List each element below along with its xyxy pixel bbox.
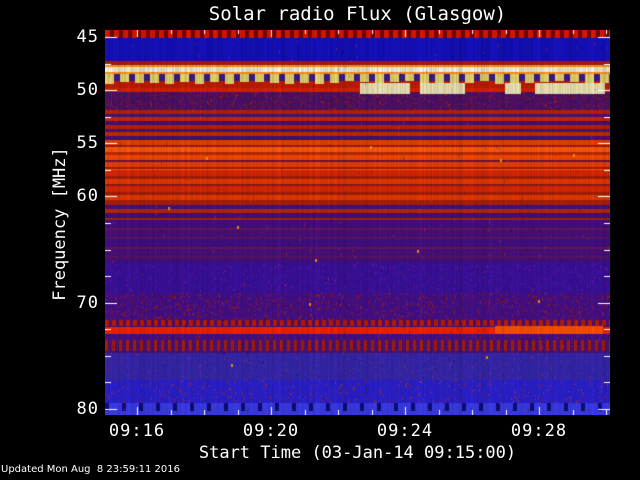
x-tick-label: 09:16: [108, 421, 166, 441]
y-tick-label: 60: [76, 186, 99, 206]
updated-timestamp: Updated Mon Aug 8 23:59:11 2016: [1, 464, 180, 475]
y-tick-label: 55: [76, 133, 99, 153]
y-tick-label: 50: [76, 80, 99, 100]
spectrogram-screen: Solar radio Flux (Glasgow) Frequency [MH…: [0, 0, 640, 480]
y-tick-label: 80: [76, 399, 99, 419]
x-tick-label: 09:20: [242, 421, 300, 441]
y-tick-label: 45: [76, 27, 99, 47]
x-axis-label: Start Time (03-Jan-14 09:15:00): [198, 443, 517, 463]
y-tick-label: 70: [76, 293, 99, 313]
x-tick-label: 09:28: [510, 421, 568, 441]
y-axis-label: Frequency [MHz]: [50, 147, 70, 301]
chart-title: Solar radio Flux (Glasgow): [208, 3, 507, 25]
spectrogram-canvas: [105, 30, 610, 415]
x-tick-label: 09:24: [376, 421, 434, 441]
